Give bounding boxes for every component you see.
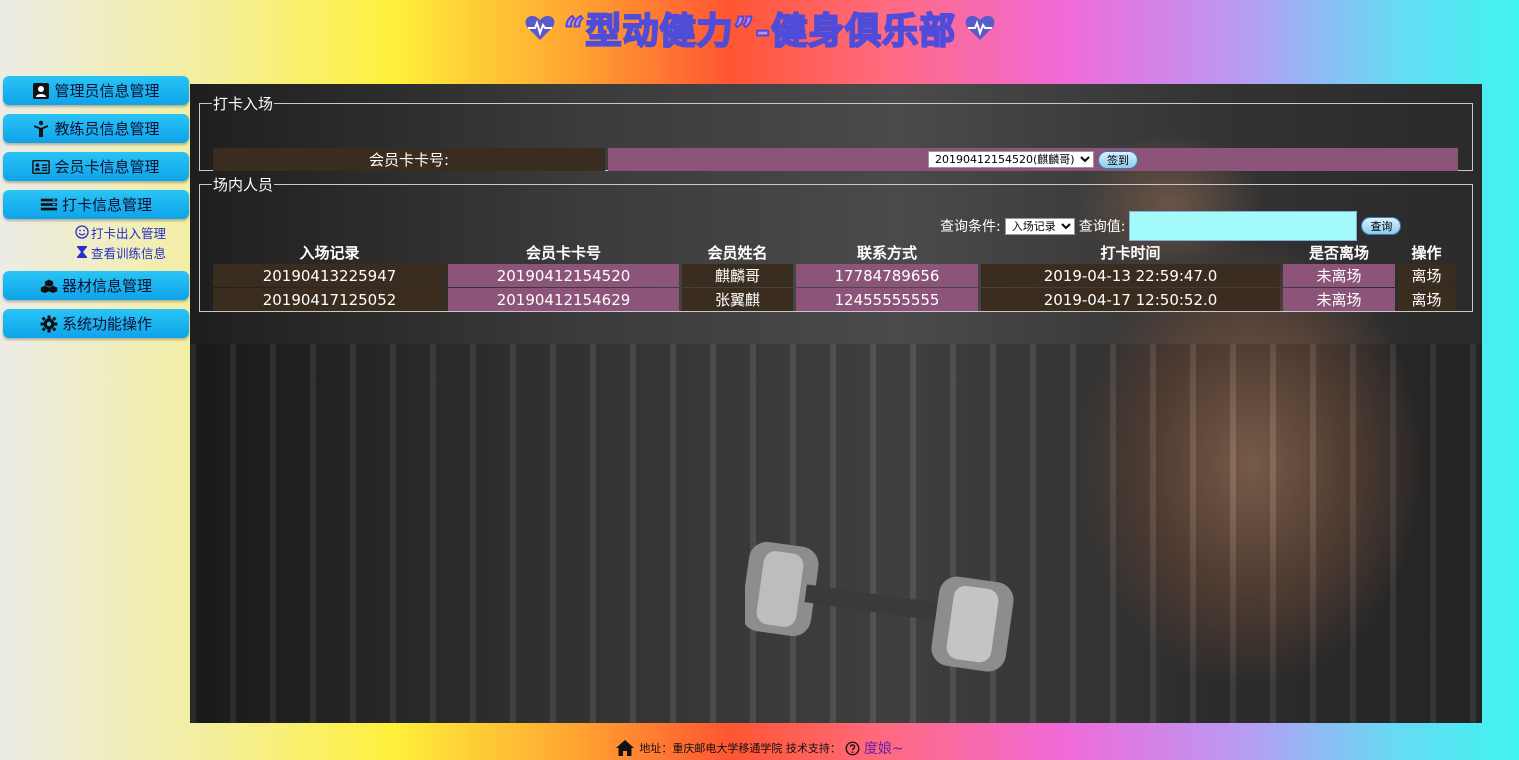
query-value-input[interactable]: [1129, 211, 1358, 241]
question-circle-icon: [845, 741, 860, 755]
inside-section: 场内人员 查询条件: 入场记录 查询值: 查询 入场记录 会员卡卡号 会员姓名 …: [199, 174, 1473, 312]
inside-table: 入场记录 会员卡卡号 会员姓名 联系方式 打卡时间 是否离场 操作 201904…: [213, 241, 1459, 312]
sidebar-item-admin[interactable]: 管理员信息管理: [3, 76, 189, 105]
gear-icon: [40, 315, 58, 332]
sidebar-item-checkin[interactable]: 打卡信息管理: [3, 190, 189, 219]
cell-member-name: 张翼麒: [682, 288, 793, 311]
sidebar-item-label: 系统功能操作: [61, 315, 152, 333]
col-member-name: 会员姓名: [707, 244, 768, 262]
checkin-row: 会员卡卡号: 20190412154520(麒麟哥) 签到: [213, 148, 1458, 171]
cell-entry-record: 20190413225947: [213, 264, 446, 287]
subitem-checkin-access[interactable]: 打卡出入管理: [75, 222, 189, 242]
dumbbell-graphic: [745, 541, 1014, 672]
query-button[interactable]: 查询: [1361, 217, 1402, 235]
card-select[interactable]: 20190412154520(麒麟哥): [928, 151, 1094, 168]
sidebar-item-trainer[interactable]: 教练员信息管理: [3, 114, 189, 143]
sidebar-item-label: 管理员信息管理: [54, 82, 160, 100]
col-checkin-time: 打卡时间: [1100, 244, 1161, 262]
query-condition-label: 查询条件:: [940, 219, 1001, 235]
leave-link[interactable]: 离场: [1398, 288, 1455, 311]
col-card-number: 会员卡卡号: [525, 244, 601, 262]
card-number-label: 会员卡卡号:: [213, 148, 605, 171]
col-operation: 操作: [1411, 244, 1442, 262]
page-title-wrap: “型动健力”-健身俱乐部: [500, 2, 1020, 54]
id-card-icon: [32, 159, 51, 174]
checkin-submenu: 打卡出入管理 查看训练信息: [75, 222, 189, 262]
sidebar-item-equipment[interactable]: 器材信息管理: [3, 271, 189, 300]
inside-legend: 场内人员: [213, 176, 274, 194]
table-row: 20190413225947 20190412154520 麒麟哥 177847…: [213, 264, 1459, 287]
heartbeat-icon: [525, 15, 555, 40]
cell-checkin-time: 2019-04-13 22:59:47.0: [981, 264, 1280, 287]
cell-left-status: 未离场: [1283, 264, 1395, 287]
trainer-icon: [34, 120, 49, 137]
cell-left-status: 未离场: [1283, 288, 1395, 311]
sidebar-item-label: 会员卡信息管理: [54, 158, 160, 176]
sidebar-item-membership-card[interactable]: 会员卡信息管理: [3, 152, 189, 181]
sidebar-item-system[interactable]: 系统功能操作: [3, 309, 189, 338]
sidebar-item-label: 教练员信息管理: [54, 120, 160, 138]
checkin-legend: 打卡入场: [213, 95, 274, 113]
cell-entry-record: 20190417125052: [213, 288, 446, 311]
header: “型动健力”-健身俱乐部: [0, 0, 1519, 60]
footer: 地址：重庆邮电大学移通学院 技术支持： 度娘~: [0, 736, 1519, 760]
cell-card-number: 20190412154520: [448, 264, 679, 287]
sidebar-item-label: 打卡信息管理: [61, 196, 152, 214]
sidebar-item-label: 器材信息管理: [61, 277, 152, 295]
checkin-button[interactable]: 签到: [1098, 150, 1138, 169]
cell-member-name: 麒麟哥: [682, 264, 793, 287]
col-entry-record: 入场记录: [299, 244, 360, 262]
subitem-label: 查看训练信息: [91, 245, 167, 261]
home-icon: [616, 740, 635, 756]
query-condition-select[interactable]: 入场记录: [1004, 217, 1075, 235]
subitem-training-info[interactable]: 查看训练信息: [75, 242, 189, 262]
cubes-icon: [40, 278, 58, 293]
hourglass-icon: [77, 246, 87, 258]
cell-card-number: 20190412154629: [448, 288, 679, 311]
col-left-status: 是否离场: [1308, 244, 1369, 262]
leave-link[interactable]: 离场: [1398, 264, 1455, 287]
cell-contact: 17784789656: [796, 264, 978, 287]
footer-address: 地址：重庆邮电大学移通学院 技术支持：: [639, 742, 841, 755]
sidebar: 管理员信息管理 教练员信息管理 会员卡信息管理 打卡信息管理 打卡出入管理 查看…: [3, 76, 189, 347]
checkin-controls: 20190412154520(麒麟哥) 签到: [608, 148, 1458, 171]
col-contact: 联系方式: [856, 244, 917, 262]
user-icon: [33, 82, 50, 99]
cell-contact: 12455555555: [796, 288, 978, 311]
tasks-icon: [40, 198, 58, 210]
footer-support-link[interactable]: 度娘~: [864, 738, 904, 758]
main-panel: 打卡入场 会员卡卡号: 20190412154520(麒麟哥) 签到 场内人员 …: [190, 84, 1482, 723]
page-title: “型动健力”-健身俱乐部: [563, 9, 957, 53]
table-header: 入场记录 会员卡卡号 会员姓名 联系方式 打卡时间 是否离场 操作: [213, 241, 1459, 264]
cell-checkin-time: 2019-04-17 12:50:52.0: [981, 288, 1280, 311]
table-row: 20190417125052 20190412154629 张翼麒 124555…: [213, 288, 1459, 311]
heartbeat-icon-right: [965, 15, 995, 40]
checkin-section: 打卡入场 会员卡卡号: 20190412154520(麒麟哥) 签到: [199, 93, 1473, 171]
query-value-label: 查询值:: [1078, 219, 1126, 235]
smile-icon: [75, 225, 89, 239]
subitem-label: 打卡出入管理: [91, 225, 167, 241]
query-row: 查询条件: 入场记录 查询值: 查询: [940, 211, 1402, 241]
